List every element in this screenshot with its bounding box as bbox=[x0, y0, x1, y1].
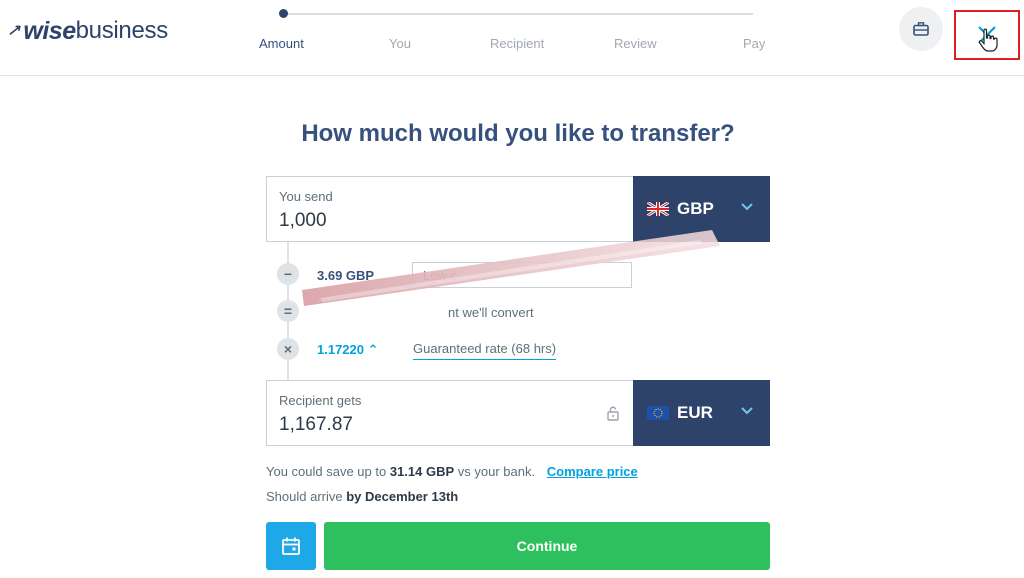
page-title: How much would you like to transfer? bbox=[301, 120, 735, 147]
step-pay: Pay bbox=[743, 36, 766, 51]
step-review: Review bbox=[614, 36, 657, 51]
chevron-up-icon: ⌃ bbox=[367, 342, 379, 357]
logo-wise-text: wise bbox=[23, 16, 76, 45]
multiply-icon: × bbox=[277, 338, 299, 360]
arrival-message: Should arrive by December 13th bbox=[266, 489, 458, 504]
chevron-down-icon bbox=[741, 407, 753, 415]
hand-cursor-icon bbox=[978, 28, 998, 52]
stepper-track bbox=[283, 13, 753, 15]
exchange-rate-number: 1.17220 bbox=[317, 342, 364, 357]
fee-amount: 3.69 GBP bbox=[317, 268, 375, 283]
receive-currency-code: EUR bbox=[677, 403, 713, 422]
receive-amount-value[interactable]: 1,167.87 bbox=[279, 414, 353, 436]
wise-business-logo[interactable]: ↗ wise business bbox=[5, 16, 169, 46]
chevron-down-icon bbox=[741, 203, 753, 211]
eu-flag-icon bbox=[647, 406, 669, 420]
exchange-rate-value[interactable]: 1.17220 ⌃ bbox=[317, 342, 379, 358]
savings-prefix: You could save up to bbox=[266, 464, 390, 479]
logo-business-text: business bbox=[75, 17, 169, 44]
send-amount-label: You send bbox=[279, 189, 333, 204]
send-amount-value[interactable]: 1,000 bbox=[279, 210, 327, 232]
receive-currency-select[interactable]: EUR bbox=[633, 380, 770, 446]
wise-flag-icon: ↗ bbox=[5, 23, 24, 40]
unlock-icon[interactable] bbox=[606, 405, 620, 421]
receive-amount-field[interactable]: Recipient gets 1,167.87 bbox=[266, 380, 634, 446]
arrival-prefix: Should arrive bbox=[266, 489, 347, 504]
convert-amount-label: nt we'll convert bbox=[448, 305, 534, 320]
continue-button[interactable]: Continue bbox=[324, 522, 770, 570]
uk-flag-icon bbox=[647, 202, 669, 216]
guaranteed-rate-link[interactable]: Guaranteed rate (68 hrs) bbox=[413, 341, 557, 360]
savings-amount: 31.14 GBP bbox=[389, 464, 455, 479]
step-recipient: Recipient bbox=[490, 36, 545, 51]
send-currency-select[interactable]: GBP bbox=[633, 176, 770, 242]
briefcase-icon bbox=[913, 22, 929, 36]
step-amount: Amount bbox=[259, 36, 304, 51]
fee-type-selected: Low c bbox=[423, 268, 457, 283]
fee-type-select[interactable]: Low c bbox=[412, 262, 632, 288]
stepper-current-dot bbox=[279, 9, 288, 18]
equals-icon: = bbox=[277, 300, 299, 322]
progress-stepper: Amount You Recipient Review Pay bbox=[258, 0, 778, 76]
send-amount-field[interactable]: You send 1,000 bbox=[266, 176, 634, 242]
top-header: ↗ wise business Amount You Recipient Rev… bbox=[0, 0, 1024, 76]
savings-suffix: vs your bank. bbox=[454, 464, 536, 479]
step-you: You bbox=[389, 36, 411, 51]
arrival-date: by December 13th bbox=[346, 489, 459, 504]
schedule-transfer-button[interactable] bbox=[266, 522, 316, 570]
minus-icon: − bbox=[277, 263, 299, 285]
send-currency-code: GBP bbox=[677, 199, 714, 218]
calendar-icon bbox=[282, 537, 300, 555]
business-account-button[interactable] bbox=[899, 7, 943, 51]
receive-amount-label: Recipient gets bbox=[279, 393, 362, 408]
compare-price-link[interactable]: Compare price bbox=[547, 464, 638, 479]
savings-message: You could save up to 31.14 GBP vs your b… bbox=[266, 464, 638, 479]
